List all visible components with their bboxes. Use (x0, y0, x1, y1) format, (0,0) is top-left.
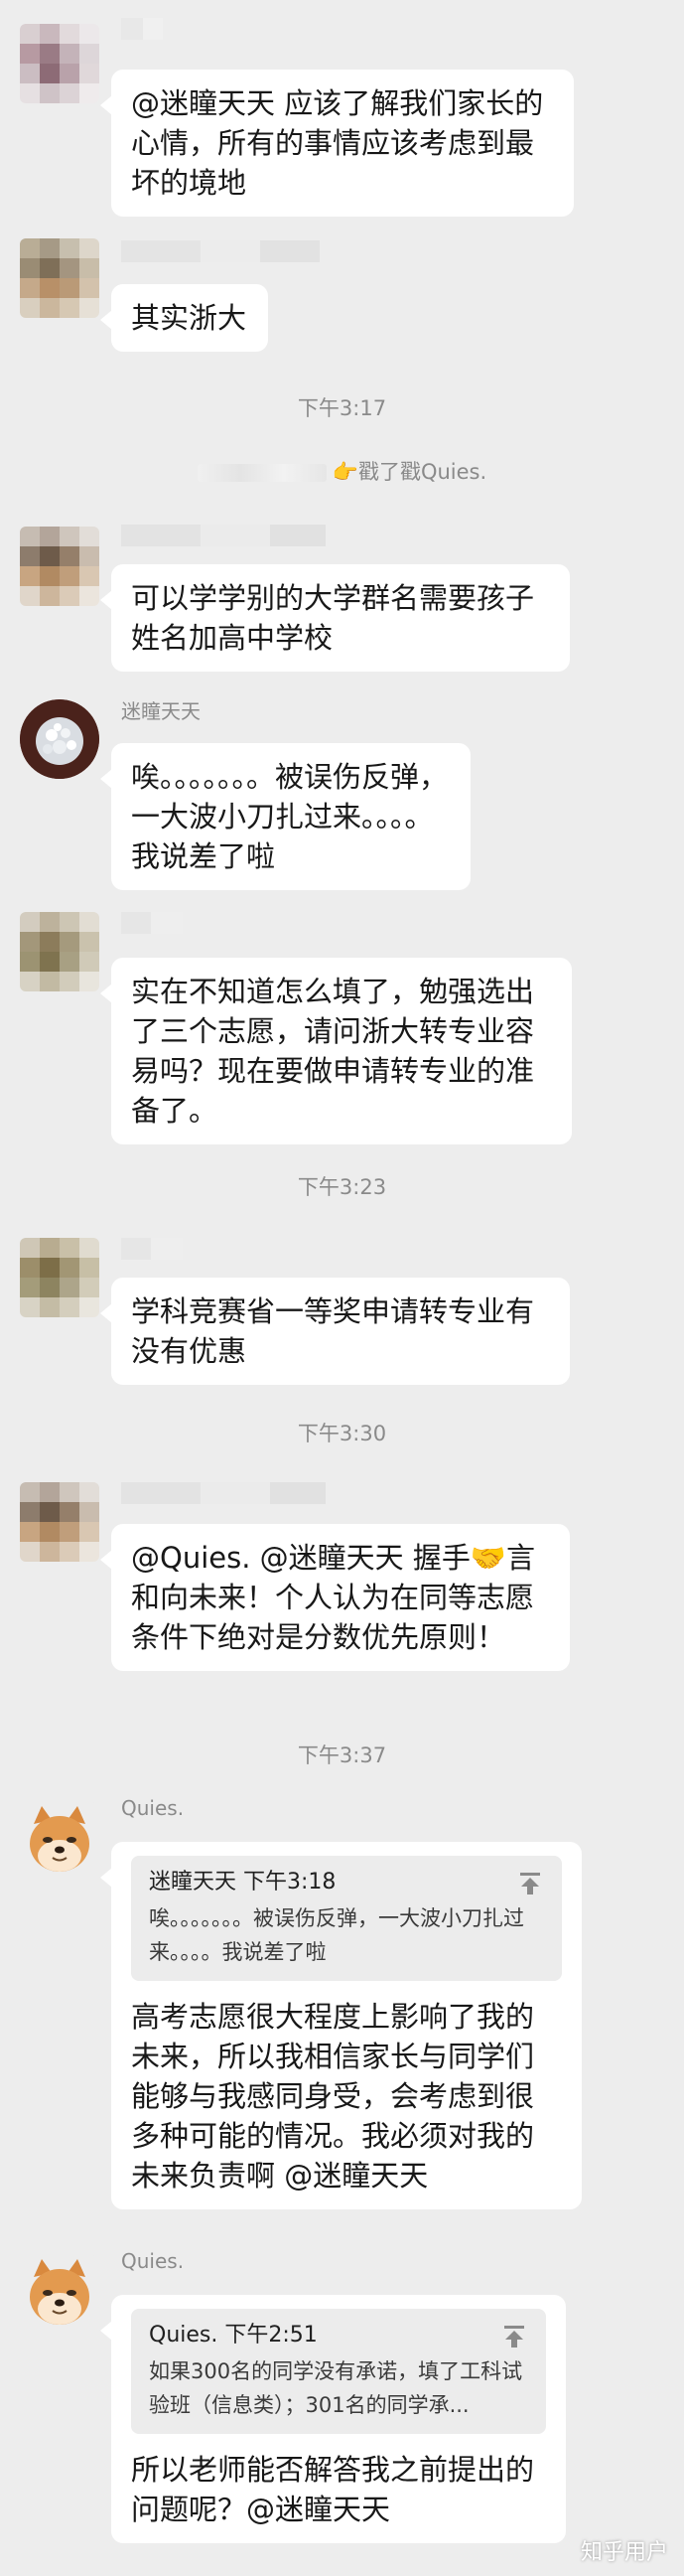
message-bubble[interactable]: @Quies. @迷瞳天天 握手🤝言和向未来！个人认为在同等志愿条件下绝对是分数… (100, 1524, 570, 1671)
avatar[interactable] (20, 238, 99, 318)
sender-name: Quies. (121, 2249, 185, 2273)
avatar[interactable] (20, 699, 99, 779)
message-bubble[interactable]: @迷瞳天天 应该了解我们家长的心情，所有的事情应该考虑到最坏的境地 (100, 70, 574, 217)
quote-text: 唉。。。。。。。被误伤反弹，一大波小刀扎过来。。。。我说差了啦 (149, 1906, 524, 1964)
timestamp: 下午3:23 (297, 1175, 387, 1199)
message-text: 实在不知道怎么填了，勉强选出了三个志愿，请问浙大转专业容易吗？现在要做申请转专业… (131, 975, 535, 1128)
avatar[interactable] (20, 24, 99, 103)
sender-name-redacted (121, 912, 183, 934)
timestamp: 下午3:17 (297, 396, 387, 420)
doge-avatar-icon (20, 1802, 99, 1882)
message-bubble[interactable]: 学科竞赛省一等奖申请转专业有没有优惠 (100, 1278, 570, 1385)
watermark: 知乎用户 (580, 2540, 668, 2565)
message-bubble[interactable]: 其实浙大 (100, 284, 268, 352)
message-text: 可以学学别的大学群名需要孩子姓名加高中学校 (131, 581, 535, 655)
message-text: 唉。。。。。。。被误伤反弹，一大波小刀扎过来。。。。我说差了啦 (131, 760, 449, 873)
pat-icon: 👉 (332, 460, 358, 484)
avatar[interactable] (20, 912, 99, 991)
avatar[interactable] (20, 2255, 99, 2335)
message-text: 学科竞赛省一等奖申请转专业有没有优惠 (131, 1294, 535, 1368)
sender-name-redacted (121, 1238, 183, 1260)
sender-name: 迷瞳天天 (121, 699, 201, 723)
timestamp: 下午3:30 (297, 1422, 387, 1445)
quote-header: Quies. 下午2:51 (149, 2323, 318, 2348)
message-bubble[interactable]: 实在不知道怎么填了，勉强选出了三个志愿，请问浙大转专业容易吗？现在要做申请转专业… (100, 958, 572, 1144)
timestamp: 下午3:37 (297, 1743, 387, 1767)
message-text: 所以老师能否解答我之前提出的问题呢？@迷瞳天天 (131, 2453, 535, 2526)
avatar[interactable] (20, 1482, 99, 1562)
message-bubble[interactable]: 可以学学别的大学群名需要孩子姓名加高中学校 (100, 564, 570, 672)
message-bubble[interactable]: 迷瞳天天 下午3:18 唉。。。。。。。被误伤反弹，一大波小刀扎过来。。。。我说… (100, 1842, 582, 2209)
avatar[interactable] (20, 1238, 99, 1317)
system-text: 戳了戳Quies. (357, 460, 487, 484)
doge-avatar-icon (20, 2255, 99, 2335)
redacted-name (197, 464, 327, 482)
quote-header: 迷瞳天天 下午3:18 (149, 1870, 337, 1894)
message-text: 其实浙大 (131, 301, 247, 335)
crystal-avatar-icon (20, 699, 99, 779)
system-notice: 👉戳了戳Quies. (0, 457, 684, 487)
sender-name: Quies. (121, 1796, 185, 1820)
jump-to-top-icon[interactable] (516, 1870, 544, 1897)
sender-name-redacted (121, 525, 326, 546)
message-bubble[interactable]: Quies. 下午2:51 如果300名的同学没有承诺，填了工科试验班（信息类）… (100, 2295, 566, 2543)
message-text: @Quies. @迷瞳天天 握手🤝言和向未来！个人认为在同等志愿条件下绝对是分数… (131, 1541, 535, 1654)
sender-name-redacted (121, 240, 320, 262)
quoted-message[interactable]: Quies. 下午2:51 如果300名的同学没有承诺，填了工科试验班（信息类）… (131, 2309, 546, 2434)
sender-name-redacted (121, 18, 163, 40)
message-text: 高考志愿很大程度上影响了我的未来，所以我相信家长与同学们能够与我感同身受，会考虑… (131, 2000, 535, 2193)
quoted-message[interactable]: 迷瞳天天 下午3:18 唉。。。。。。。被误伤反弹，一大波小刀扎过来。。。。我说… (131, 1856, 562, 1981)
quote-text: 如果300名的同学没有承诺，填了工科试验班（信息类）；301名的同学承... (149, 2359, 523, 2417)
sender-name-redacted (121, 1482, 326, 1504)
message-bubble[interactable]: 唉。。。。。。。被误伤反弹，一大波小刀扎过来。。。。我说差了啦 (100, 743, 471, 890)
message-text: @迷瞳天天 应该了解我们家长的心情，所有的事情应该考虑到最坏的境地 (131, 86, 544, 200)
avatar[interactable] (20, 1802, 99, 1882)
jump-to-top-icon[interactable] (500, 2323, 528, 2350)
avatar[interactable] (20, 527, 99, 606)
